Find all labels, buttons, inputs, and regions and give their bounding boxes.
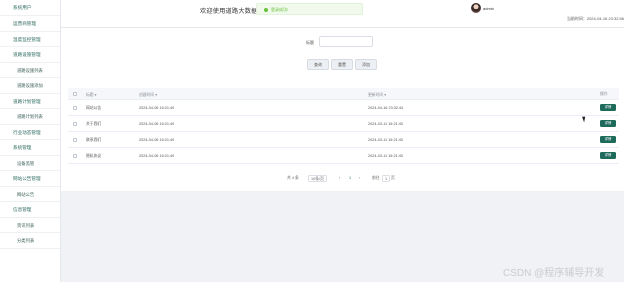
cell-created: 2024-04-06 16:21:40 — [139, 138, 175, 142]
sidebar-item-facility-list[interactable]: 道路设施列表 — [0, 63, 60, 78]
username[interactable]: admin — [483, 6, 494, 11]
cell-created: 2024-04-06 16:21:40 — [139, 154, 175, 158]
cell-updated: 2024-03-11 16:21:40 — [368, 138, 403, 142]
cell-updated: 2024-03-11 16:21:40 — [368, 122, 403, 126]
detail-button[interactable]: 详情 — [600, 120, 616, 127]
cell-title: 关于我们 — [86, 122, 102, 126]
sidebar-item-road-facilities[interactable]: 道路设施管理 — [0, 47, 60, 63]
watermark: CSDN @程序辅导开发 — [503, 268, 605, 279]
col-action: 操作 — [600, 91, 608, 96]
cell-updated: 2024-03-11 16:21:40 — [368, 154, 403, 158]
sidebar-item-category-list[interactable]: 分类列表 — [0, 233, 60, 249]
current-time: 当前时间：2024-04-16 23:32:56 — [566, 16, 624, 21]
detail-button[interactable]: 详情 — [600, 104, 616, 111]
sidebar-item-news-list[interactable]: 资讯列表 — [0, 218, 60, 233]
table-row: 关于我们 2024-04-06 16:21:40 2024-03-11 16:2… — [68, 116, 619, 132]
row-checkbox[interactable] — [73, 122, 77, 126]
col-updated[interactable]: 更新时间 ▾ — [368, 92, 386, 98]
reset-button[interactable]: 重置 — [331, 59, 353, 70]
sidebar-item-industry-news[interactable]: 行业动态管理 — [0, 125, 60, 140]
prev-page-button[interactable]: ‹ — [339, 176, 340, 180]
cell-created: 2024-04-06 16:21:40 — [139, 122, 175, 126]
add-button[interactable]: 添加 — [355, 59, 377, 70]
goto-suffix: 页 — [391, 176, 395, 180]
table-row: 联系我们 2024-04-06 16:21:40 2024-03-11 16:2… — [68, 132, 619, 148]
success-icon — [264, 7, 268, 12]
pager-total: 共 4 条 — [287, 176, 299, 180]
col-title[interactable]: 标题 ▾ — [86, 92, 97, 98]
sidebar-item-road-plan[interactable]: 道路计划管理 — [0, 94, 60, 109]
goto-label: 前往 — [372, 176, 380, 180]
goto-page-input[interactable]: 1 — [382, 175, 391, 182]
table-row: 隐私协议 2024-04-06 16:21:40 2024-03-11 16:2… — [68, 148, 619, 164]
cell-title: 隐私协议 — [86, 154, 102, 158]
row-checkbox[interactable] — [73, 106, 77, 110]
cell-created: 2024-04-06 16:21:40 — [139, 106, 175, 110]
row-checkbox[interactable] — [73, 138, 77, 142]
data-table: 标题 ▾ 创建时间 ▾ 更新时间 ▾ 操作 网站公告 2024-04-06 16… — [68, 88, 619, 164]
sidebar-item-device-supervision[interactable]: 设备监管 — [0, 156, 60, 171]
sidebar-item-operators[interactable]: 运营商管理 — [0, 16, 60, 32]
main-panel: 标题 查询 重置 添加 标题 ▾ 创建时间 ▾ 更新时间 ▾ 操作 网站公告 2… — [61, 28, 624, 191]
sidebar-item-announcement[interactable]: 网站公告 — [0, 187, 60, 202]
cell-title: 网站公告 — [86, 106, 102, 110]
detail-button[interactable]: 详情 — [600, 136, 616, 143]
cell-updated: 2024-04-16 23:32:44 — [368, 106, 404, 110]
sidebar-item-facility-add[interactable]: 道路设施添加 — [0, 78, 60, 94]
success-toast: 登录成功! — [256, 3, 363, 15]
col-created[interactable]: 创建时间 ▾ — [139, 92, 157, 98]
top-header: 欢迎使用道路大数据监控 登录成功! admin 当前时间：2024-04-16 … — [61, 0, 624, 28]
page-size-select[interactable]: 10条/页 — [308, 175, 327, 182]
detail-button[interactable]: 详情 — [600, 152, 616, 159]
row-checkbox[interactable] — [73, 154, 77, 158]
sidebar: 系统用户 运营商管理 温度监控管理 道路设施管理 道路设施列表 道路设施添加 道… — [0, 0, 61, 282]
page-number-1[interactable]: 1 — [349, 176, 351, 180]
sidebar-item-temperature[interactable]: 温度监控管理 — [0, 32, 60, 47]
cell-title: 联系我们 — [86, 138, 102, 142]
sidebar-item-announcement-management[interactable]: 网站公告管理 — [0, 171, 60, 187]
select-all-checkbox[interactable] — [73, 92, 77, 96]
app-window: 系统用户 运营商管理 温度监控管理 道路设施管理 道路设施列表 道路设施添加 道… — [0, 0, 624, 282]
next-page-button[interactable]: › — [359, 176, 360, 180]
search-input[interactable] — [319, 36, 373, 47]
table-header: 标题 ▾ 创建时间 ▾ 更新时间 ▾ 操作 — [68, 88, 619, 100]
sidebar-item-plan-list[interactable]: 道路计划列表 — [0, 109, 60, 125]
toast-message: 登录成功! — [271, 7, 289, 12]
search-label: 标题 — [306, 40, 314, 45]
sidebar-item-info-management[interactable]: 信息管理 — [0, 202, 60, 218]
avatar[interactable] — [471, 3, 481, 13]
table-row: 网站公告 2024-04-06 16:21:40 2024-04-16 23:3… — [68, 100, 619, 116]
sidebar-item-system-users[interactable]: 系统用户 — [0, 0, 60, 16]
pagination: 共 4 条 10条/页 ‹ 1 › 前往 1 页 — [287, 175, 507, 183]
sidebar-item-system-management[interactable]: 系统管理 — [0, 140, 60, 156]
query-button[interactable]: 查询 — [307, 59, 329, 70]
